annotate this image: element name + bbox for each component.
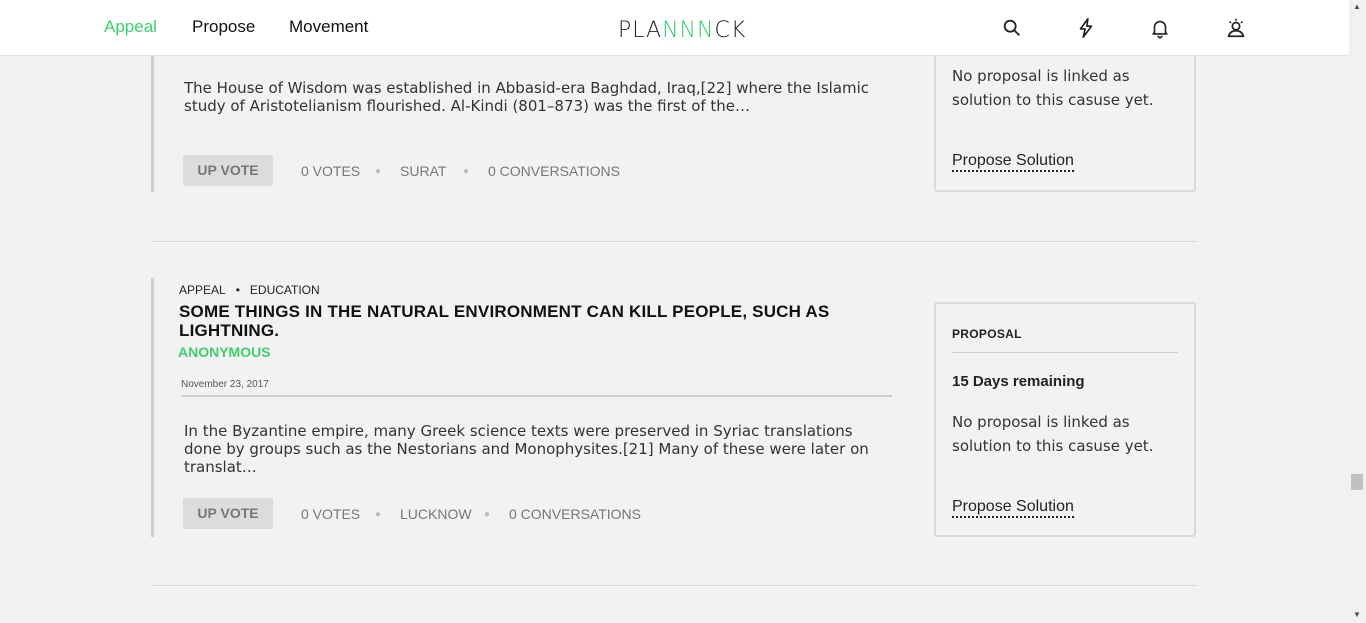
logo-text-accent: NNN xyxy=(662,18,715,43)
propose-solution-link[interactable]: Propose Solution xyxy=(952,152,1074,172)
page-scrollbar[interactable] xyxy=(1349,0,1366,623)
top-navbar: Appeal Propose Movement PLANNNCK xyxy=(0,0,1349,56)
logo-text-start: PLA xyxy=(618,18,663,43)
date-underline xyxy=(181,395,892,397)
scrollbar-thumb[interactable] xyxy=(1351,474,1363,490)
post-divider xyxy=(152,585,1197,586)
proposal-label: PROPOSAL xyxy=(952,327,1022,341)
category-label[interactable]: APPEAL xyxy=(179,283,226,297)
post-meta: APPEAL • EDUCATION xyxy=(179,283,320,297)
conversations-link[interactable]: 0 CONVERSATIONS xyxy=(488,163,620,179)
lightning-icon[interactable] xyxy=(1075,17,1097,39)
post-date: November 23, 2017 xyxy=(181,379,269,390)
separator-dot: ● xyxy=(375,166,382,177)
post-author[interactable]: ANONYMOUS xyxy=(178,344,271,360)
location-link[interactable]: SURAT xyxy=(400,163,446,179)
nav-link-appeal[interactable]: Appeal xyxy=(104,17,157,37)
bell-icon[interactable] xyxy=(1149,17,1171,39)
upvote-button[interactable]: UP VOTE xyxy=(183,155,273,186)
separator-dot: ● xyxy=(463,166,470,177)
proposal-panel: PROPOSAL 15 Days remaining No proposal i… xyxy=(934,302,1196,537)
subcategory-label[interactable]: EDUCATION xyxy=(250,283,320,297)
proposal-empty-text: No proposal is linked as solution to thi… xyxy=(952,413,1154,455)
card-accent-bar xyxy=(151,55,154,192)
logo[interactable]: PLANNNCK xyxy=(618,18,746,43)
logo-text-end: CK xyxy=(714,18,747,43)
location-link[interactable]: LUCKNOW xyxy=(400,506,472,522)
proposal-divider xyxy=(952,352,1178,353)
post-title[interactable]: SOME THINGS IN THE NATURAL ENVIRONMENT C… xyxy=(179,302,839,340)
days-remaining: 15 Days remaining xyxy=(952,373,1085,390)
post-divider xyxy=(152,241,1197,242)
propose-solution-link[interactable]: Propose Solution xyxy=(952,498,1074,518)
votes-count: 0 VOTES xyxy=(301,506,361,522)
post-excerpt: The House of Wisdom was established in A… xyxy=(184,79,870,115)
separator-dot: ● xyxy=(484,509,491,520)
user-icon[interactable] xyxy=(1225,17,1247,39)
upvote-button[interactable]: UP VOTE xyxy=(183,498,273,529)
separator-dot: • xyxy=(235,283,240,297)
scroll-down-arrow-icon[interactable]: ▼ xyxy=(1353,610,1361,619)
search-icon[interactable] xyxy=(1001,17,1023,39)
proposal-panel: No proposal is linked as solution to thi… xyxy=(934,40,1196,192)
nav-link-movement[interactable]: Movement xyxy=(289,17,368,37)
separator-dot: ● xyxy=(375,509,382,520)
post-excerpt: In the Byzantine empire, many Greek scie… xyxy=(184,422,869,476)
proposal-empty-text: No proposal is linked as solution to thi… xyxy=(952,67,1154,109)
votes-count: 0 VOTES xyxy=(301,163,361,179)
scroll-up-arrow-icon[interactable]: ▲ xyxy=(1353,2,1361,11)
card-accent-bar xyxy=(151,278,154,537)
nav-link-propose[interactable]: Propose xyxy=(192,17,255,37)
conversations-link[interactable]: 0 CONVERSATIONS xyxy=(509,506,641,522)
